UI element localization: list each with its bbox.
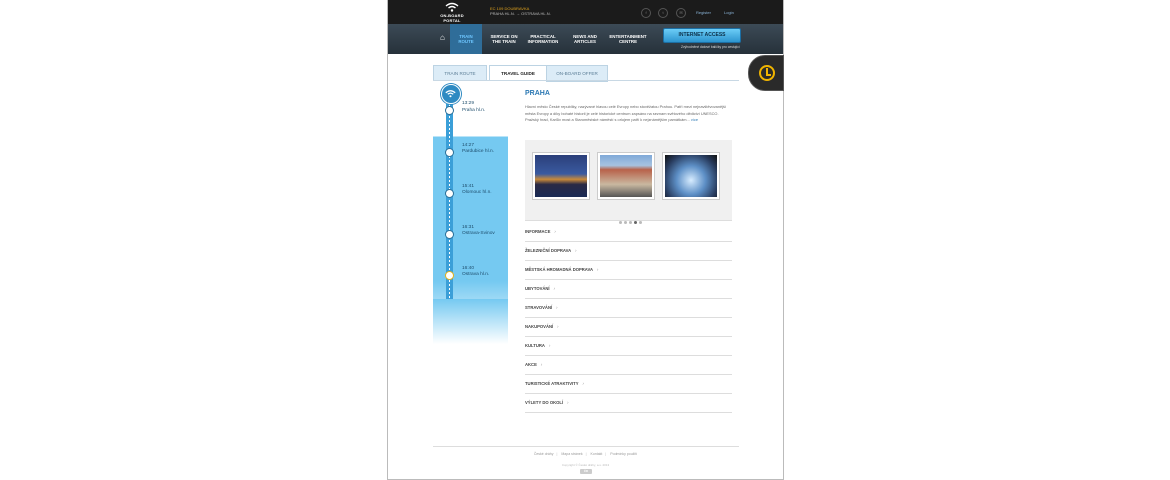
- train-route: PRAHA HL.N. → OSTRAVA HL.N.: [490, 11, 551, 16]
- stop-marker[interactable]: [445, 148, 454, 157]
- category-row[interactable]: NAKUPOVÁNÍ ›: [525, 317, 732, 337]
- cd-logo: ČD: [580, 469, 592, 474]
- gallery-photo[interactable]: [597, 152, 655, 200]
- chevron-right-icon: ›: [553, 286, 555, 291]
- footer-link[interactable]: Mapa stránek: [561, 452, 582, 456]
- chevron-right-icon: ›: [567, 400, 569, 405]
- gallery-photo[interactable]: [662, 152, 720, 200]
- stop-marker[interactable]: [445, 189, 454, 198]
- stop-time: 15:41: [462, 184, 475, 189]
- category-label: ŽELEZNIČNÍ DOPRAVA: [525, 248, 572, 253]
- wifi-icon: [445, 2, 459, 12]
- category-row[interactable]: TURISTICKÉ ATRAKTIVITY ›: [525, 374, 732, 394]
- login-link[interactable]: Login: [724, 10, 734, 15]
- footer-link[interactable]: Podmínky použití: [610, 452, 637, 456]
- category-label: KULTURA: [525, 343, 545, 348]
- stop-name[interactable]: Praha hl.n.: [462, 108, 485, 113]
- footer-link[interactable]: Kontakt: [591, 452, 603, 456]
- chevron-right-icon: ›: [597, 267, 599, 272]
- stop-time: 13:29: [462, 101, 475, 106]
- train-info: EC 109 DOUBRAVKA PRAHA HL.N. → OSTRAVA H…: [490, 6, 551, 16]
- portal-page: ON-BOARD PORTAL EC 109 DOUBRAVKA PRAHA H…: [387, 0, 784, 480]
- facebook-icon[interactable]: f: [641, 8, 651, 18]
- stop-marker[interactable]: [445, 106, 454, 115]
- nav-service[interactable]: SERVICE ON THE TRAIN: [487, 34, 521, 44]
- current-position-icon: [441, 84, 461, 104]
- category-row[interactable]: STRAVOVÁNÍ ›: [525, 298, 732, 318]
- gallery-photo[interactable]: [532, 152, 590, 200]
- glass-dome-image: [665, 155, 717, 197]
- timeline-fade: [433, 299, 508, 344]
- stop-name[interactable]: Ostrava hl.n.: [462, 272, 489, 277]
- more-link[interactable]: více: [691, 117, 698, 122]
- stop-marker[interactable]: [445, 271, 454, 280]
- chevron-right-icon: ›: [557, 324, 559, 329]
- category-label: MĚSTSKÁ HROMADNÁ DOPRAVA: [525, 267, 594, 272]
- chevron-right-icon: ›: [548, 343, 551, 348]
- register-link[interactable]: Register: [696, 10, 711, 15]
- nav-practical-info[interactable]: PRACTICAL INFORMATION: [525, 34, 561, 44]
- category-row[interactable]: INFORMACE ›: [525, 222, 732, 242]
- chevron-right-icon: ›: [575, 248, 577, 253]
- category-label: AKCE: [525, 362, 537, 367]
- stop-name[interactable]: Pardubice hl.n.: [462, 149, 494, 154]
- copyright: Copyright © České dráhy, a.s. 2013: [561, 463, 610, 467]
- stop-time: 16:40: [462, 266, 475, 271]
- clock-tab[interactable]: [748, 55, 784, 91]
- chevron-right-icon: ›: [554, 229, 556, 234]
- stop-time: 16:31: [462, 225, 475, 230]
- category-label: UBYTOVÁNÍ: [525, 286, 550, 291]
- chevron-right-icon: ›: [582, 381, 584, 386]
- portal-logo[interactable]: ON-BOARD PORTAL: [432, 2, 472, 23]
- nav-entertainment[interactable]: ENTERTAINMENT CENTRE: [608, 34, 648, 44]
- city-description: Hlavní město České republiky, nazývané h…: [525, 104, 733, 124]
- category-label: TURISTICKÉ ATRAKTIVITY: [525, 381, 579, 386]
- chevron-right-icon: ›: [556, 305, 558, 310]
- footer-links: České dráhy | Mapa stránek | Kontakt | Podm…: [533, 452, 638, 456]
- category-row[interactable]: UBYTOVÁNÍ ›: [525, 279, 732, 299]
- category-row[interactable]: AKCE ›: [525, 355, 732, 375]
- logo-text: ON-BOARD PORTAL: [440, 13, 464, 23]
- footer-divider: [433, 446, 739, 447]
- stop-name[interactable]: Ostrava-Svinov: [462, 231, 495, 236]
- main-nav: ⌂ TRAIN ROUTE SERVICE ON THE TRAIN PRACT…: [388, 24, 783, 54]
- category-row[interactable]: KULTURA ›: [525, 336, 732, 356]
- category-row[interactable]: VÝLETY DO OKOLÍ ›: [525, 393, 732, 413]
- stop-marker[interactable]: [445, 230, 454, 239]
- category-row[interactable]: ŽELEZNIČNÍ DOPRAVA ›: [525, 241, 732, 261]
- prague-castle-image: [535, 155, 587, 197]
- internet-access-button[interactable]: INTERNET ACCESS: [663, 28, 741, 43]
- twitter-icon[interactable]: t: [658, 8, 668, 18]
- footer-link[interactable]: České dráhy: [534, 452, 554, 456]
- category-label: STRAVOVÁNÍ: [525, 305, 553, 310]
- home-icon[interactable]: ⌂: [440, 34, 445, 42]
- stop-name[interactable]: Olomouc hl.n.: [462, 190, 492, 195]
- category-label: INFORMACE: [525, 229, 551, 234]
- top-bar: ON-BOARD PORTAL EC 109 DOUBRAVKA PRAHA H…: [388, 0, 783, 24]
- category-row[interactable]: MĚSTSKÁ HROMADNÁ DOPRAVA ›: [525, 260, 732, 280]
- timeline-track-dash: [449, 104, 450, 299]
- nav-news[interactable]: NEWS AND ARTICLES: [567, 34, 603, 44]
- mail-icon[interactable]: ✉: [676, 8, 686, 18]
- category-label: VÝLETY DO OKOLÍ: [525, 400, 564, 405]
- building-image: [600, 155, 652, 197]
- category-label: NAKUPOVÁNÍ: [525, 324, 554, 329]
- stop-time: 14:27: [462, 143, 475, 148]
- city-title: PRAHA: [525, 90, 550, 97]
- photo-gallery: [525, 140, 732, 224]
- nav-train-route[interactable]: TRAIN ROUTE: [452, 34, 480, 44]
- chevron-right-icon: ›: [540, 362, 543, 367]
- internet-access-subtitle: Zvýhodněné datové balíčky pro cestující: [681, 45, 740, 49]
